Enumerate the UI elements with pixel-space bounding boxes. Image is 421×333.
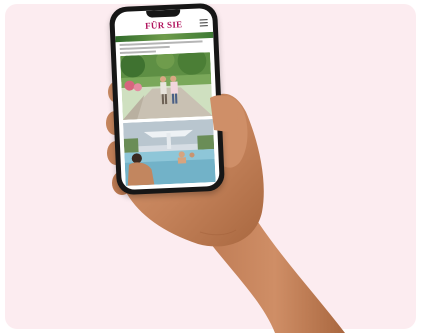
article-photo-pool[interactable]	[123, 119, 216, 186]
site-logo[interactable]: FÜR SIE	[145, 19, 183, 31]
phone-screen: FÜR SIE	[114, 7, 220, 191]
smartphone: FÜR SIE	[108, 2, 226, 196]
hamburger-menu-icon[interactable]	[199, 19, 208, 27]
article-photo-park[interactable]	[120, 52, 213, 120]
